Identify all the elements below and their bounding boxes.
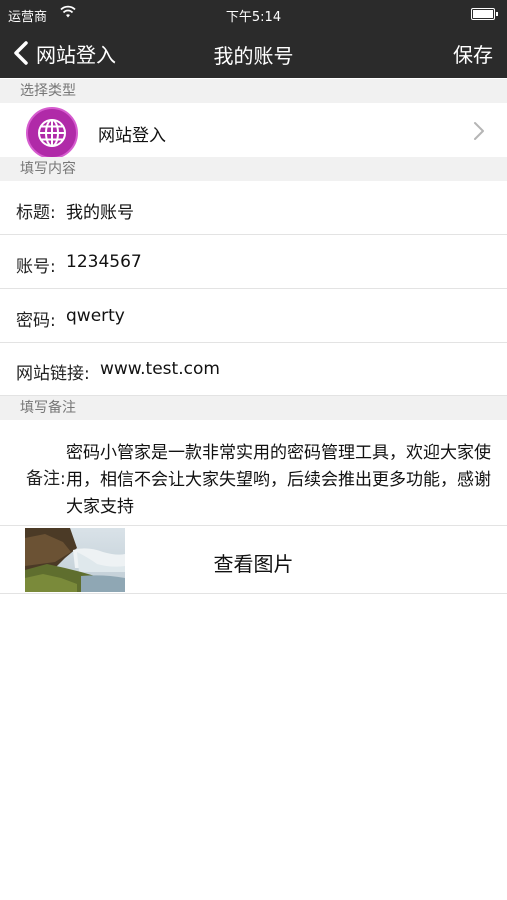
section-header-notes: 填写备注	[0, 396, 507, 420]
navigation-bar: 网站登入 我的账号 保存	[0, 28, 507, 78]
account-field-value[interactable]: 1234567	[66, 252, 142, 272]
section-header-content: 填写内容	[0, 157, 507, 181]
note-field-label: 备注:	[26, 469, 66, 489]
title-field-value[interactable]: 我的账号	[66, 198, 134, 223]
title-field-label: 标题:	[16, 203, 56, 223]
password-field[interactable]: 密码: qwerty	[0, 290, 507, 343]
note-field[interactable]: 备注: 密码小管家是一款非常实用的密码管理工具，欢迎大家使用，相信不会让大家失望…	[0, 420, 507, 526]
battery-icon	[471, 8, 498, 20]
save-button[interactable]: 保存	[453, 39, 493, 68]
clock: 下午5:14	[225, 10, 282, 25]
view-image-label: 查看图片	[213, 552, 294, 576]
view-image-row[interactable]: 查看图片	[0, 526, 507, 594]
website-link-field-label: 网站链接:	[16, 364, 90, 384]
globe-icon	[26, 107, 78, 159]
type-label: 网站登入	[98, 126, 166, 146]
title-field[interactable]: 标题: 我的账号	[0, 182, 507, 235]
account-field[interactable]: 账号: 1234567	[0, 236, 507, 289]
account-field-label: 账号:	[16, 257, 56, 277]
website-link-field[interactable]: 网站链接: www.test.com	[0, 343, 507, 396]
status-bar: 运营商 下午5:14	[0, 0, 507, 28]
password-field-value[interactable]: qwerty	[66, 306, 125, 326]
type-selector-row[interactable]: 网站登入	[0, 103, 507, 159]
chevron-right-icon	[474, 122, 484, 140]
website-link-field-value[interactable]: www.test.com	[100, 359, 220, 379]
password-field-label: 密码:	[16, 311, 56, 331]
section-header-type: 选择类型	[0, 79, 507, 103]
page-title: 我的账号	[213, 44, 294, 68]
note-field-value[interactable]: 密码小管家是一款非常实用的密码管理工具，欢迎大家使用，相信不会让大家失望哟，后续…	[66, 440, 494, 521]
